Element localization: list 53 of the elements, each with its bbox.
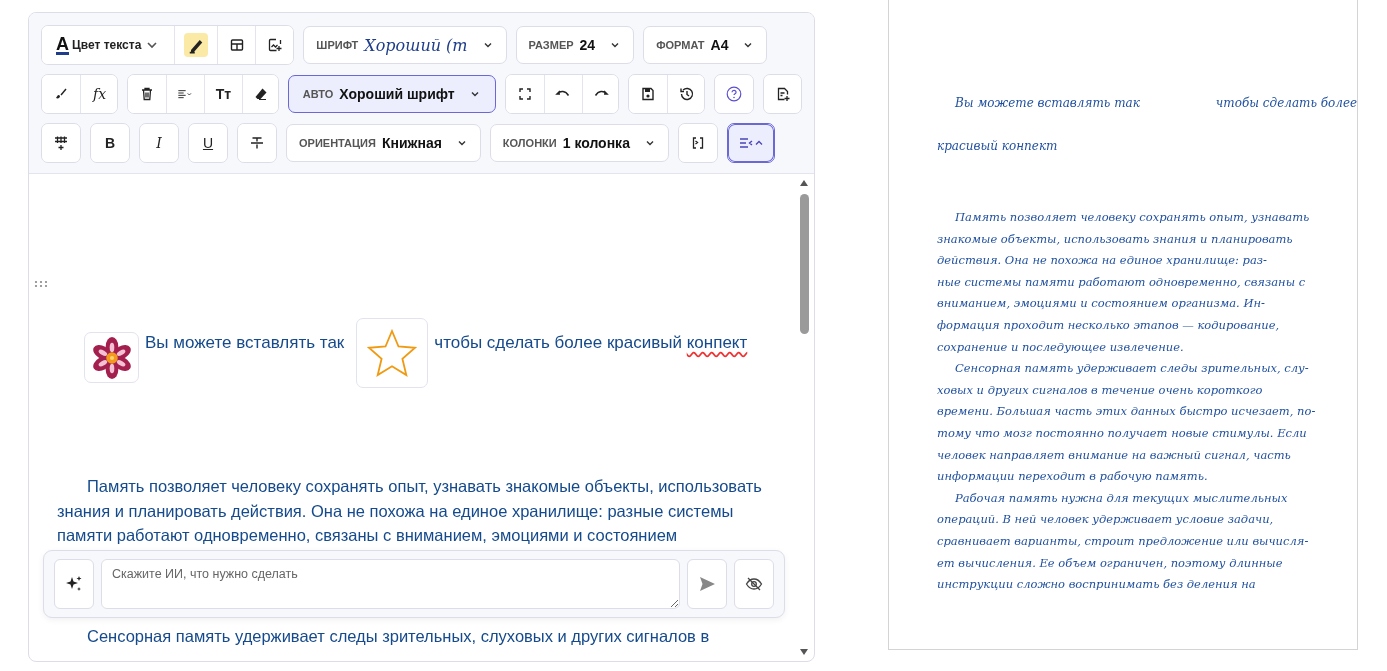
strikethrough-icon [249, 135, 265, 151]
editor-text: Вы можете вставлять так [145, 332, 345, 354]
marker-icon [184, 33, 209, 57]
table-insert-icon [53, 135, 69, 151]
fullscreen-icon [516, 86, 533, 102]
flower-image[interactable] [84, 332, 139, 383]
preview-paragraph: Рабочая память нужна для текущих мыслительных операций. В ней человек удерживает условие задачи, сравнивает варианты, строит предложение или вычисля- ет вычисления. Ее объем ограничен, поэтому длинные инструкции сложно воспринимать без деления на [937, 489, 1310, 594]
scrollbar-thumb[interactable] [799, 194, 809, 334]
dropdown[interactable]: ФОРМАТ A4 [643, 26, 768, 64]
preview-text: красивый конпект [937, 138, 1059, 155]
drag-handle-icon[interactable] [34, 280, 48, 288]
history-button[interactable] [667, 75, 705, 113]
send-icon [698, 574, 716, 593]
preview-paragraph: Сенсорная память удерживает следы зрительных, слу- ховых и других сигналов в течение очень короткого времени. Большая часть этих данных быстро исчезает, по- тому что мозг постоянно получает новые стимулы. Если человек направляет внимание на важный сигнал, часть информации переходит в рабочую память. [937, 360, 1317, 486]
preview-text: Вы можете вставлять так [955, 95, 1140, 112]
scroll-up-icon[interactable] [799, 179, 809, 187]
dropdown[interactable]: ШРИФТ Хороший (т [303, 26, 507, 64]
save-icon [640, 86, 657, 102]
eraser-icon [253, 86, 270, 102]
scroll-down-icon[interactable] [799, 648, 809, 656]
help-icon [726, 86, 743, 102]
code-button[interactable] [678, 124, 717, 162]
table-insert-button[interactable] [42, 124, 80, 162]
image-add-icon [266, 37, 283, 53]
format-button[interactable]: U [189, 124, 227, 162]
help-button[interactable] [715, 75, 753, 113]
format-button[interactable]: I [140, 124, 178, 162]
hide-button[interactable] [734, 558, 774, 609]
sparkle-icon [65, 574, 83, 593]
ai-prompt-field[interactable]: Скажите ИИ, что нужно сделать [101, 558, 680, 609]
ai-button[interactable] [54, 558, 94, 609]
dropdown[interactable]: РАЗМЕР 24 [515, 26, 635, 64]
send-button[interactable] [687, 558, 727, 609]
preview-paragraph: Память позволяет человеку сохранять опыт, узнавать знакомые объекты, использовать знания и планировать действия. Она не похожа на единое хранилище: раз- ные системы памяти работают одновременно, связаны с вниманием, эмоциями и состоянием организма. Ин- формация проходит несколько этапов — кодирование, сохранение и последующее извлечение. [937, 209, 1311, 356]
image-add-button[interactable] [255, 26, 294, 64]
editor-text: чтобы сделать более красивый конпект [434, 332, 748, 354]
eraser-button[interactable] [241, 75, 278, 113]
history-icon [678, 86, 695, 102]
strike-button[interactable] [238, 124, 276, 162]
format-button[interactable]: fx [80, 75, 117, 113]
table-icon [228, 37, 245, 53]
outline-toggle-icon [737, 135, 764, 151]
paragraph: Сенсорная память удерживает следы зрительных, слуховых и других сигналов в [86, 625, 711, 647]
dropdown[interactable]: КОЛОНКИ 1 колонка [489, 124, 669, 162]
outline-button[interactable] [727, 124, 774, 162]
preview-text: чтобы сделать более [1215, 95, 1358, 112]
paragraph: Память позволяет человеку сохранять опыт, узнавать знакомые объекты, использовать знания и планировать действия. Она не похожа на единое хранилище: разные системы памяти работают одновременно, связаны с вниманием, эмоциями и состоянием [57, 476, 763, 546]
star-image[interactable] [356, 318, 429, 388]
add-doc-button[interactable] [763, 75, 801, 113]
format-button[interactable]: B [91, 124, 129, 162]
dropdown[interactable]: АВТО Хороший шрифт [287, 75, 496, 113]
redo-button[interactable] [581, 75, 619, 113]
dropdown[interactable]: ОРИЕНТАЦИЯ Книжная [286, 124, 481, 162]
